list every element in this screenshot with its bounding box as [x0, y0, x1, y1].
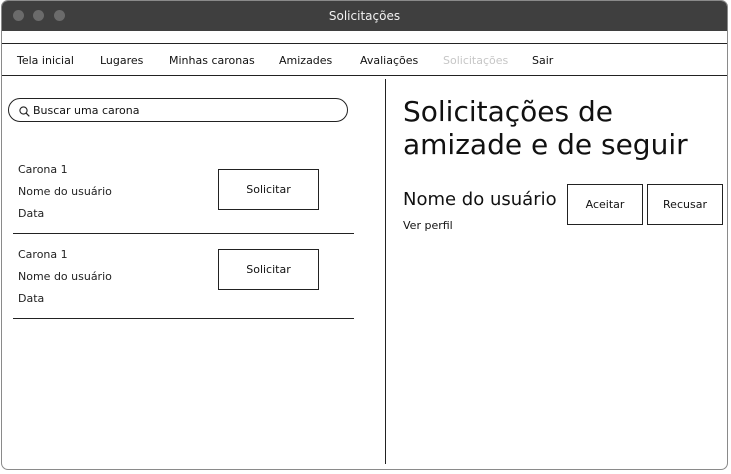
ride-date: Data — [18, 292, 45, 305]
nav-item-lugares[interactable]: Lugares — [100, 44, 143, 75]
nav-item-sair[interactable]: Sair — [532, 44, 553, 75]
ride-user-name: Nome do usuário — [18, 270, 112, 283]
window-title: Solicitações — [328, 9, 401, 23]
accept-button[interactable]: Aceitar — [567, 184, 643, 225]
title-bar: Solicitações — [2, 1, 727, 31]
app-window: Solicitações Tela inicial Lugares Minhas… — [1, 0, 728, 470]
panel-divider — [385, 79, 386, 464]
nav-item-amizades[interactable]: Amizades — [279, 44, 332, 75]
nav-item-tela-inicial[interactable]: Tela inicial — [17, 44, 74, 75]
request-ride-button[interactable]: Solicitar — [218, 249, 319, 290]
nav-item-solicitacoes: Solicitações — [443, 54, 509, 67]
ride-date: Data — [18, 207, 45, 220]
top-nav: Tela inicial Lugares Minhas caronas Amiz… — [2, 44, 727, 76]
reject-button[interactable]: Recusar — [647, 184, 723, 225]
view-profile-link[interactable]: Ver perfil — [403, 219, 453, 232]
nav-item-minhas-caronas[interactable]: Minhas caronas — [169, 44, 255, 75]
toolbar-strip — [2, 31, 727, 44]
ride-title: Carona 1 — [18, 163, 68, 176]
search-input[interactable] — [33, 101, 333, 119]
ride-title: Carona 1 — [18, 248, 68, 261]
ride-user-name: Nome do usuário — [18, 185, 112, 198]
ride-list-item: Carona 1 Nome do usuário Data Solicitar — [13, 153, 354, 234]
search-icon — [19, 106, 30, 117]
request-ride-button[interactable]: Solicitar — [218, 169, 319, 210]
nav-item-avaliacoes[interactable]: Avaliações — [360, 44, 418, 75]
request-user-name: Nome do usuário — [403, 189, 557, 210]
search-box[interactable] — [8, 98, 348, 122]
page-title: Solicitações de amizade e de seguir — [403, 95, 688, 161]
ride-list-item: Carona 1 Nome do usuário Data Solicitar — [13, 238, 354, 319]
